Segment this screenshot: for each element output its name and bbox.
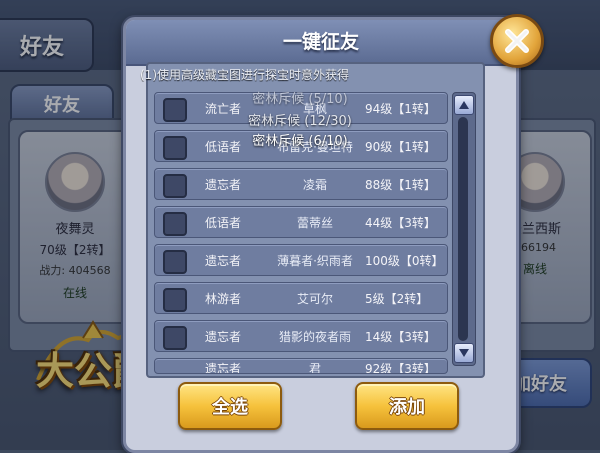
player-level: 88级【1转】 <box>365 178 436 192</box>
list-item[interactable]: 遗忘者 薄暮者·织雨者 100级【0转】 <box>154 244 448 276</box>
player-name: 猎影的夜者雨 <box>278 330 351 344</box>
select-all-button[interactable]: 全选 <box>178 382 282 430</box>
player-name: 凌霜 <box>302 178 327 192</box>
toast-message: 密林斥候 (5/10) <box>252 92 348 107</box>
select-checkbox[interactable] <box>163 250 187 274</box>
player-name: 艾可尔 <box>296 292 333 306</box>
player-level: 14级【3转】 <box>365 330 436 344</box>
player-name: 薄暮者·织雨者 <box>277 254 353 268</box>
list-item[interactable]: 遗忘者 凌霜 88级【1转】 <box>154 168 448 200</box>
player-name: 君 <box>308 362 321 374</box>
player-level: 5级【2转】 <box>365 292 429 306</box>
select-checkbox[interactable] <box>163 174 187 198</box>
list-item[interactable]: 遗忘者 猎影的夜者雨 14级【3转】 <box>154 320 448 352</box>
close-button[interactable] <box>490 14 544 68</box>
player-class: 遗忘者 <box>205 330 242 344</box>
player-level: 92级【3转】 <box>365 362 436 374</box>
player-class: 遗忘者 <box>205 178 242 192</box>
player-class: 遗忘者 <box>205 362 242 374</box>
scrollbar[interactable] <box>452 92 476 366</box>
toast-message: 密林斥候 (6/10) <box>252 134 348 149</box>
player-level: 44级【3转】 <box>365 216 436 230</box>
triangle-down-icon <box>459 349 469 357</box>
player-class: 遗忘者 <box>205 254 242 268</box>
player-class: 低语者 <box>205 216 242 230</box>
select-checkbox[interactable] <box>163 288 187 312</box>
triangle-up-icon <box>459 101 469 109</box>
toast-message: 密林斥候 (12/30) <box>248 114 352 129</box>
list-item[interactable]: 林游者 艾可尔 5级【2转】 <box>154 282 448 314</box>
select-checkbox[interactable] <box>163 212 187 236</box>
list-item[interactable]: 遗忘者 君 92级【3转】 <box>154 358 448 374</box>
scroll-up-button[interactable] <box>454 95 474 115</box>
scroll-down-button[interactable] <box>454 343 474 363</box>
player-class: 林游者 <box>205 292 242 306</box>
scroll-track[interactable] <box>458 117 468 341</box>
list-item[interactable]: 低语者 蕾蒂丝 44级【3转】 <box>154 206 448 238</box>
player-level: 100级【0转】 <box>365 254 444 268</box>
add-button[interactable]: 添加 <box>355 382 459 430</box>
dialog-title: 一键征友 <box>126 20 516 66</box>
select-checkbox[interactable] <box>163 326 187 350</box>
close-icon <box>505 29 529 53</box>
system-notice: (1)使用高级藏宝图进行探宝时意外获得 <box>140 68 349 82</box>
player-name: 蕾蒂丝 <box>296 216 333 230</box>
